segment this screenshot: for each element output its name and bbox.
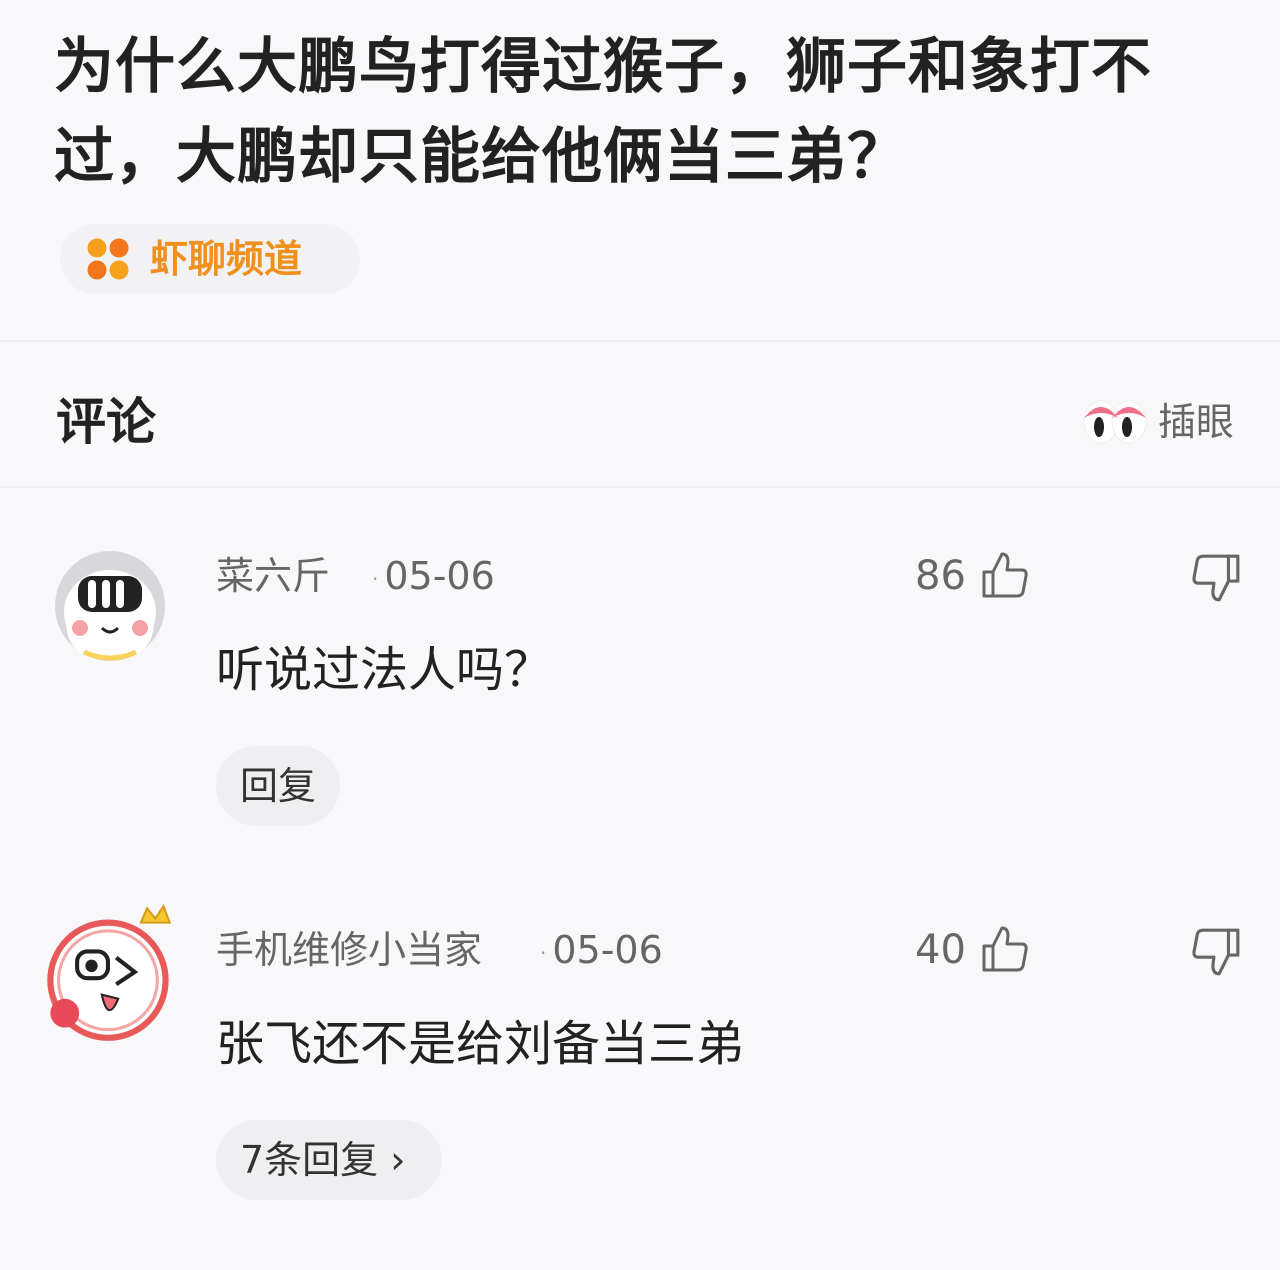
eyes-icon[interactable] xyxy=(1082,394,1148,446)
divider xyxy=(0,486,1280,488)
question-title: 为什么大鹏鸟打得过猴子，狮子和象打不过，大鹏却只能给他俩当三弟？ xyxy=(54,32,1152,192)
thumbs-down-icon[interactable] xyxy=(1190,926,1242,978)
thumbs-up-icon[interactable] xyxy=(980,550,1030,600)
like-count: 86 xyxy=(915,553,966,599)
comment-username[interactable]: 手机维修小当家 xyxy=(216,928,482,972)
comment-date: · 05-06 xyxy=(372,554,495,598)
comment-date-value: 05-06 xyxy=(552,928,663,972)
channel-label: 虾聊频道 xyxy=(150,237,303,281)
thumbs-down-icon[interactable] xyxy=(1190,552,1242,604)
channel-chip[interactable]: 虾聊频道 xyxy=(60,224,360,294)
comments-title: 评论 xyxy=(56,393,156,451)
reply-button[interactable]: 回复 xyxy=(216,746,340,826)
replies-button[interactable]: 7条回复 › xyxy=(216,1120,442,1200)
comment-date: · 05-06 xyxy=(540,928,663,972)
avatar[interactable] xyxy=(42,900,176,1044)
comment-username[interactable]: 菜六斤 xyxy=(216,554,330,598)
channel-icon xyxy=(87,238,129,280)
like-count: 40 xyxy=(915,927,966,973)
question-section: 为什么大鹏鸟打得过猴子，狮子和象打不过，大鹏却只能给他俩当三弟？ 虾聊频道 xyxy=(0,0,1280,340)
comment-date-value: 05-06 xyxy=(384,554,495,598)
avatar[interactable] xyxy=(54,550,166,662)
thumbs-up-icon[interactable] xyxy=(980,924,1030,974)
comment-text: 张飞还不是给刘备当三弟 xyxy=(216,1016,745,1072)
comment-text: 听说过法人吗？ xyxy=(216,642,553,698)
insert-label[interactable]: 插眼 xyxy=(1158,400,1234,444)
